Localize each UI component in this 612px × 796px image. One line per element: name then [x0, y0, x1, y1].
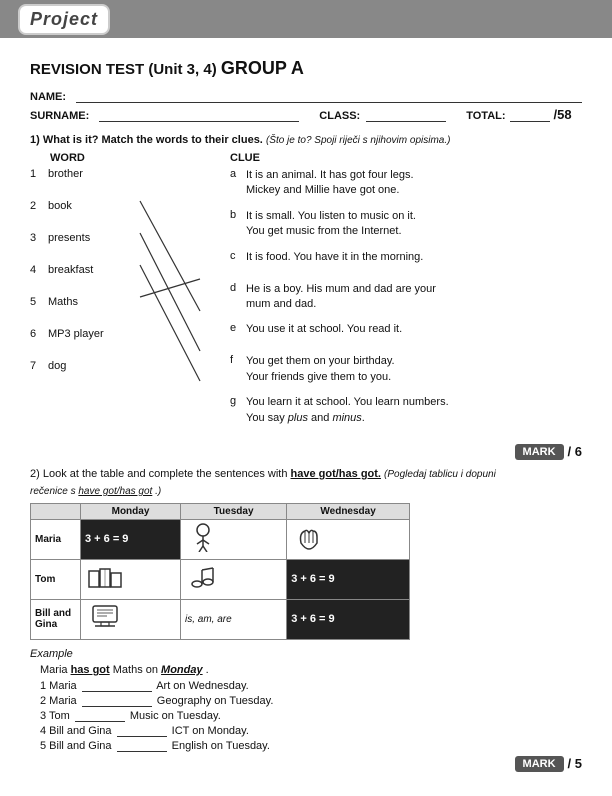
table-row: Bill andGina is, am, are 3 + 6 = 9 [31, 599, 410, 639]
surname-label: SURNAME: [30, 110, 89, 122]
logo: Project [18, 4, 110, 35]
sentence-item: 1 Maria Art on Wednesday. [40, 680, 582, 692]
q1-text: What is it? Match the words to their clu… [43, 134, 263, 146]
q2-mark-row: MARK / 5 [30, 756, 582, 772]
surname-field[interactable] [99, 108, 299, 122]
q2-text-before: Look at the table and complete the sente… [43, 468, 288, 480]
blank-5[interactable] [117, 751, 167, 752]
sentence-item: 3 Tom Music on Tuesday. [40, 710, 582, 722]
clue-col-header: CLUE [230, 152, 582, 164]
col-header-tuesday: Tuesday [181, 503, 287, 519]
q1-header: 1) What is it? Match the words to their … [30, 134, 582, 146]
class-section: CLASS: [319, 108, 446, 122]
word-item: 7 dog [30, 360, 150, 382]
blank-1[interactable] [82, 691, 152, 692]
class-field[interactable] [366, 108, 446, 122]
word-item: 3 presents [30, 232, 150, 254]
name-label: NAME: [30, 91, 66, 103]
header-banner: Project [0, 0, 612, 38]
total-score: /58 [554, 107, 572, 122]
maria-tuesday [181, 519, 287, 559]
maria-monday: 3 + 6 = 9 [81, 519, 181, 559]
test-title-prefix: REVISION TEST (Unit 3, 4) [30, 61, 217, 78]
test-title-group: GROUP A [221, 58, 304, 78]
q1-mark-badge: MARK [515, 444, 564, 460]
clue-item: d He is a boy. His mum and dad are yourm… [230, 282, 582, 313]
example-has-got: has got [71, 664, 110, 676]
tom-monday [81, 559, 181, 599]
table-row: Maria 3 + 6 = 9 [31, 519, 410, 559]
word-item: 5 Maths [30, 296, 150, 318]
matching-container: WORD 1 brother 2 book 3 presents 4 break… [30, 152, 582, 436]
q2-mark-badge: MARK [515, 756, 564, 772]
q2-have-got: have got/has got. [291, 468, 381, 480]
blank-2[interactable] [82, 706, 152, 707]
word-item: 1 brother [30, 168, 150, 190]
total-label: TOTAL: [466, 110, 505, 122]
main-content: REVISION TEST (Unit 3, 4) GROUP A NAME: … [0, 38, 612, 796]
col-header-monday: Monday [81, 503, 181, 519]
bill-gina-wednesday: 3 + 6 = 9 [287, 599, 410, 639]
row-name-maria: Maria [31, 519, 81, 559]
row-name-bill-gina: Bill andGina [31, 599, 81, 639]
clue-item: b It is small. You listen to music on it… [230, 209, 582, 240]
table-row: Tom [31, 559, 410, 599]
q2-mark-score: / 5 [568, 756, 582, 771]
blank-3[interactable] [75, 721, 125, 722]
clue-item: a It is an animal. It has got four legs.… [230, 168, 582, 199]
col-header-name [31, 503, 81, 519]
clue-item: e You use it at school. You read it. [230, 322, 582, 344]
q2-header: 2) Look at the table and complete the se… [30, 468, 582, 480]
clue-item: c It is food. You have it in the morning… [230, 250, 582, 272]
word-column: WORD 1 brother 2 book 3 presents 4 break… [30, 152, 150, 436]
bill-gina-tuesday: is, am, are [181, 599, 287, 639]
q2-number: 2) [30, 468, 40, 480]
sentence-item: 5 Bill and Gina English on Tuesday. [40, 740, 582, 752]
q2-note: (Pogledaj tablicu i dopuni [384, 469, 496, 480]
tom-tuesday [181, 559, 287, 599]
q1-note: (Što je to? Spoji riječi s njihovim opis… [266, 135, 451, 146]
sentence-item: 4 Bill and Gina ICT on Monday. [40, 725, 582, 737]
maria-wednesday [287, 519, 410, 559]
q1-number: 1) [30, 134, 40, 146]
blank-4[interactable] [117, 736, 167, 737]
col-header-wednesday: Wednesday [287, 503, 410, 519]
class-label: CLASS: [319, 110, 360, 122]
word-col-header: WORD [30, 152, 150, 164]
example-monday: Monday [161, 664, 203, 676]
word-item: 2 book [30, 200, 150, 222]
schedule-table: Monday Tuesday Wednesday Maria 3 + 6 = 9 [30, 503, 410, 640]
sentence-item: 2 Maria Geography on Tuesday. [40, 695, 582, 707]
total-field [510, 108, 550, 122]
clue-column: CLUE a It is an animal. It has got four … [150, 152, 582, 436]
name-row: NAME: [30, 89, 582, 103]
q1-mark-row: MARK / 6 [30, 444, 582, 460]
example-label: Example [30, 648, 582, 660]
word-item: 4 breakfast [30, 264, 150, 286]
tom-wednesday: 3 + 6 = 9 [287, 559, 410, 599]
surname-row: SURNAME: CLASS: TOTAL: /58 [30, 107, 582, 122]
total-section: TOTAL: /58 [466, 107, 571, 122]
clue-item: f You get them on your birthday.Your fri… [230, 354, 582, 385]
example-sentence: Maria has got Maths on Monday . [40, 664, 582, 676]
test-title: REVISION TEST (Unit 3, 4) GROUP A [30, 58, 582, 79]
name-field[interactable] [76, 89, 582, 103]
q1-mark-score: / 6 [568, 444, 582, 459]
bill-gina-monday [81, 599, 181, 639]
sentences-list: 1 Maria Art on Wednesday. 2 Maria Geogra… [40, 680, 582, 752]
clue-item: g You learn it at school. You learn numb… [230, 395, 582, 426]
row-name-tom: Tom [31, 559, 81, 599]
q2-sub-note: rečenice s have got/has got .) [30, 486, 582, 497]
word-item: 6 MP3 player [30, 328, 150, 350]
